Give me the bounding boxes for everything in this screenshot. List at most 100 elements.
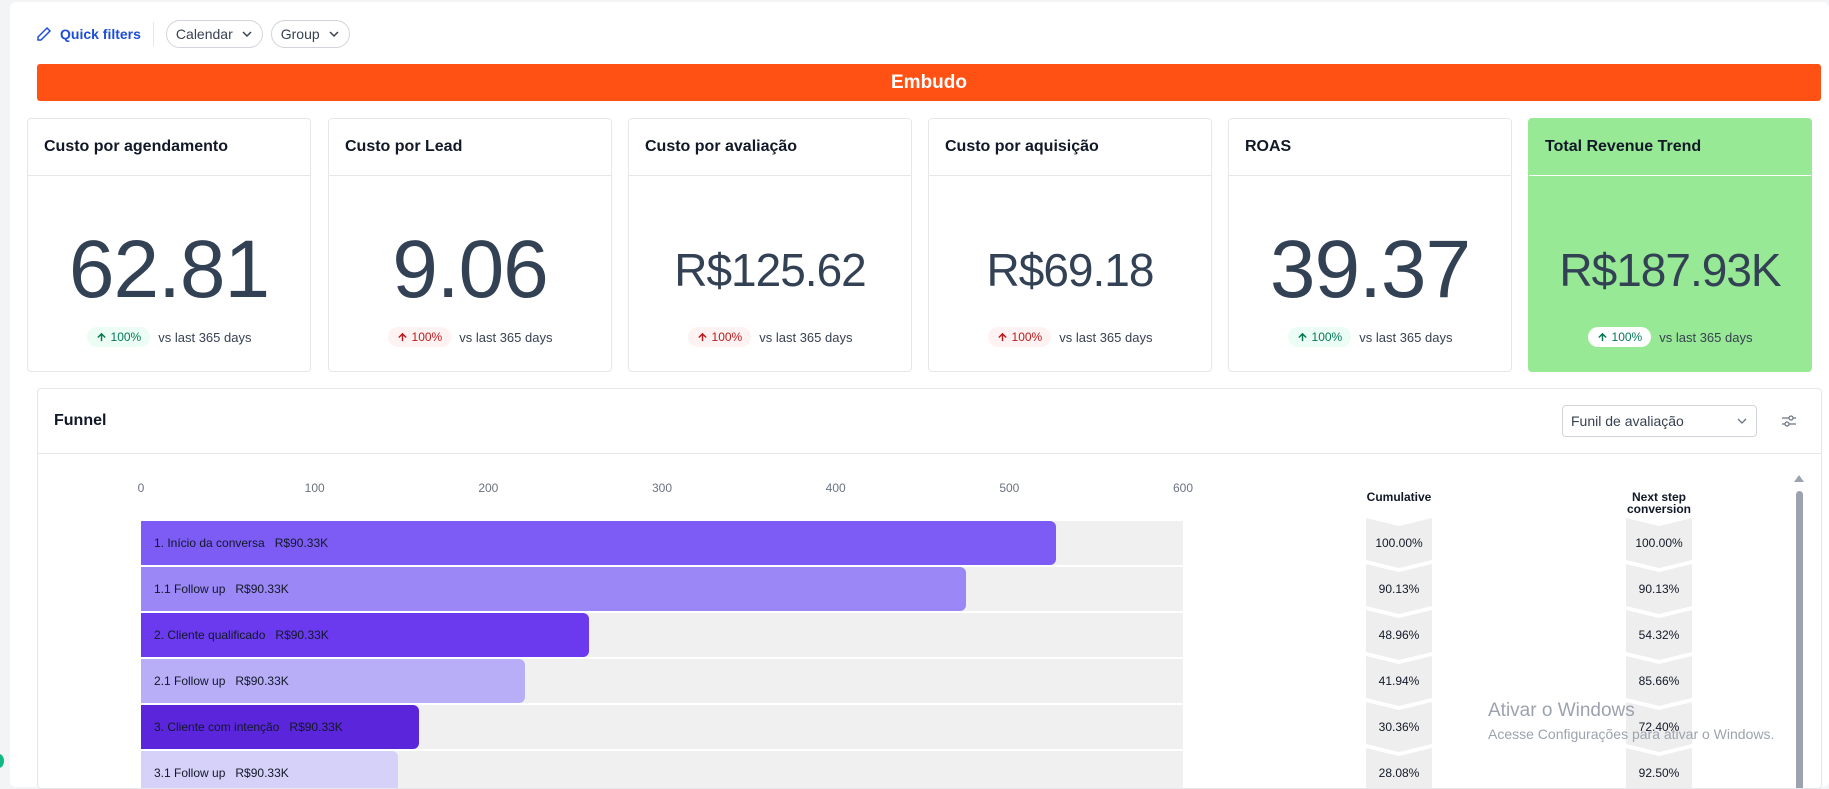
metric-card-value: R$125.62 [674, 244, 867, 296]
scroll-up-arrow[interactable] [1794, 475, 1804, 482]
delta-badge: 100% [1587, 327, 1652, 347]
group-filter[interactable]: Group [270, 20, 350, 48]
funnel-bar-amount: R$90.33K [235, 674, 289, 688]
arrow-up-icon [96, 332, 106, 341]
funnel-bar-spacer [279, 720, 289, 734]
funnel-bar-label: 1.1 Follow up [154, 582, 226, 596]
funnel-bar-label: 1. Início da conversa [154, 536, 265, 550]
funnel-bar-spacer [225, 582, 235, 596]
delta-comparison: vs last 365 days [759, 329, 853, 345]
funnel-bar-label: 2. Cliente qualificado [154, 628, 266, 642]
metric-card-value: R$187.93K [1559, 244, 1781, 296]
cumulative-cell: 30.36% [1366, 702, 1432, 752]
funnel-bar[interactable]: 3. Cliente com intenção R$90.33K [141, 705, 419, 749]
cumulative-cell: 90.13% [1366, 564, 1432, 614]
windows-activation-watermark: Ativar o Windows Acesse Configurações pa… [1488, 700, 1774, 742]
delta-badge: 100% [987, 327, 1052, 347]
delta-value: 100% [1011, 330, 1043, 344]
funnel-bar-amount: R$90.33K [235, 582, 289, 596]
metric-card-delta: 100% vs last 365 days [929, 327, 1211, 347]
arrow-up-icon [697, 332, 707, 341]
funnel-bar[interactable]: 1. Início da conversa R$90.33K [141, 521, 1057, 565]
chevron-down-icon [329, 31, 339, 38]
metric-card: Custo por agendamento 62.81 100% vs last 36… [27, 118, 311, 372]
x-axis-tick: 300 [651, 481, 673, 495]
watermark-line1: Ativar o Windows [1488, 700, 1635, 721]
funnel-bar[interactable]: 2. Cliente qualificado R$90.33K [141, 613, 590, 657]
next-step-cell: 92.50% [1626, 748, 1692, 789]
metric-card-value: 9.06 [392, 224, 549, 315]
metric-card-value: 62.81 [68, 224, 270, 315]
next-step-cell: 100.00% [1626, 518, 1692, 568]
metric-card-title: Custo por agendamento [28, 119, 310, 176]
arrow-up-icon [1597, 332, 1607, 341]
funnel-bar-spacer [265, 536, 275, 550]
arrow-up-icon [997, 332, 1007, 341]
x-axis-tick: 500 [999, 481, 1020, 495]
section-banner: Embudo [37, 64, 1821, 101]
cumulative-cell: 100.00% [1366, 518, 1432, 568]
metric-card: Custo por Lead 9.06 100% vs last 365 days [328, 118, 612, 372]
funnel-bar[interactable]: 1.1 Follow up R$90.33K [141, 567, 966, 611]
delta-badge: 100% [1287, 327, 1352, 347]
divider [152, 22, 154, 46]
metric-card-value: 39.37 [1269, 224, 1471, 315]
delta-value: 100% [411, 330, 443, 344]
calendar-filter-label: Calendar [175, 26, 233, 42]
delta-comparison: vs last 365 days [158, 329, 252, 345]
delta-badge: 100% [86, 327, 151, 347]
delta-badge: 100% [387, 327, 452, 347]
next-step-cell: 54.32% [1626, 610, 1692, 660]
metric-card-delta: 100% vs last 365 days [1229, 327, 1511, 347]
funnel-bar-label: 3.1 Follow up [154, 766, 226, 780]
metric-card: Custo por avaliação R$125.62 100% vs last 3… [628, 118, 912, 372]
funnel-bar-amount: R$90.33K [275, 628, 329, 642]
watermark-line2: Acesse Configurações para ativar o Windo… [1488, 726, 1775, 742]
metric-card-title: Total Revenue Trend [1529, 119, 1811, 176]
delta-badge: 100% [687, 327, 752, 347]
arrow-up-icon [1297, 332, 1307, 341]
delta-comparison: vs last 365 days [459, 329, 553, 345]
cumulative-header: Cumulative [1366, 490, 1432, 504]
delta-value: 100% [1311, 330, 1343, 344]
metric-card-title: Custo por Lead [329, 119, 611, 176]
metric-card: ROAS 39.37 100% vs last 365 days [1228, 118, 1512, 372]
dashboard-page: Quick filters Calendar Group Embudo Cust… [10, 2, 1829, 789]
funnel-bar-amount: R$90.33K [274, 536, 329, 550]
metric-card-value: R$69.18 [986, 244, 1155, 296]
metric-card-delta: 100% vs last 365 days [28, 327, 310, 347]
metric-card-title: Custo por avaliação [629, 119, 911, 176]
x-axis-tick: 100 [304, 481, 325, 495]
banner-title: Embudo [891, 71, 967, 93]
chevron-down-icon [242, 31, 252, 38]
funnel-bar[interactable]: 3.1 Follow up R$90.33K [141, 751, 399, 788]
x-axis-tick: 400 [825, 481, 846, 495]
cumulative-cell: 48.96% [1366, 610, 1432, 660]
funnel-bar-amount: R$90.33K [235, 766, 289, 780]
funnel-title: Funnel [54, 412, 107, 429]
funnel-select[interactable]: Funil de avaliação [1562, 405, 1757, 437]
filter-bar: Quick filters Calendar Group [36, 20, 358, 48]
funnel-bar-label: 3. Cliente com intenção [154, 720, 280, 734]
x-axis-tick: 0 [137, 481, 145, 495]
funnel-bar-spacer [225, 674, 235, 688]
delta-comparison: vs last 365 days [1659, 329, 1753, 345]
funnel-bar-label: 2.1 Follow up [154, 674, 226, 688]
delta-value: 100% [1611, 330, 1643, 344]
calendar-filter[interactable]: Calendar [165, 20, 263, 48]
quick-filters-label: Quick filters [60, 26, 141, 42]
settings-sliders-icon[interactable] [1781, 413, 1797, 429]
funnel-bar-amount: R$90.33K [289, 720, 343, 734]
quick-filters-button[interactable]: Quick filters [36, 26, 141, 42]
cumulative-cell: 41.94% [1366, 656, 1432, 706]
metric-card-delta: 100% vs last 365 days [629, 327, 911, 347]
delta-comparison: vs last 365 days [1059, 329, 1153, 345]
next-step-header: Next step conversion [1626, 491, 1692, 515]
funnel-bar[interactable]: 2.1 Follow up R$90.33K [141, 659, 525, 703]
metric-card-delta: 100% vs last 365 days [1529, 327, 1811, 347]
funnel-bar-spacer [225, 766, 235, 780]
status-dot [0, 754, 4, 768]
x-axis-tick: 200 [478, 481, 499, 495]
metric-card: Total Revenue Trend R$187.93K 100% vs last … [1528, 118, 1812, 372]
scrollbar-thumb[interactable] [1796, 491, 1803, 788]
